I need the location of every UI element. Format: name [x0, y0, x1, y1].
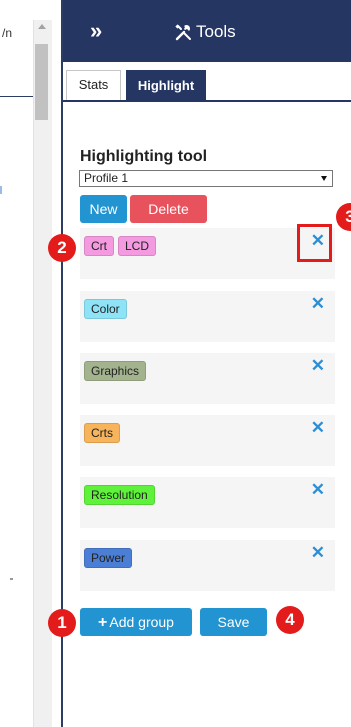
- new-profile-button[interactable]: New: [80, 195, 127, 223]
- callout-badge-4: 4: [276, 606, 304, 634]
- highlight-group: Power ✕: [80, 540, 335, 591]
- callout-badge-1: 1: [48, 609, 76, 637]
- tab-stats[interactable]: Stats: [66, 70, 121, 100]
- tools-title: Tools: [196, 22, 236, 41]
- delete-profile-button[interactable]: Delete: [130, 195, 207, 223]
- tab-underline: [63, 100, 351, 102]
- tools-icon: [175, 24, 191, 41]
- highlight-group: Graphics ✕: [80, 353, 335, 404]
- save-button[interactable]: Save: [200, 608, 267, 636]
- add-group-label: Add group: [109, 614, 174, 630]
- callout-badge-3: 3: [336, 203, 351, 231]
- group-tag[interactable]: Color: [84, 299, 127, 319]
- left-panel-marker-dot: [10, 578, 13, 580]
- remove-group-icon[interactable]: ✕: [311, 543, 325, 563]
- callout-highlight-box: [297, 224, 332, 262]
- highlight-group: Resolution ✕: [80, 477, 335, 528]
- dropdown-arrow-icon: [321, 176, 327, 181]
- remove-group-icon[interactable]: ✕: [311, 418, 325, 438]
- profile-select[interactable]: Profile 1: [79, 170, 333, 187]
- highlight-group: Color ✕: [80, 291, 335, 342]
- callout-badge-2: 2: [48, 234, 76, 262]
- highlighting-tool-title: Highlighting tool: [80, 148, 208, 165]
- left-panel-marker: [0, 186, 2, 194]
- left-panel-divider: [0, 96, 33, 97]
- group-tag[interactable]: Crts: [84, 423, 120, 443]
- profile-select-value: Profile 1: [84, 171, 129, 185]
- plus-icon: +: [98, 614, 108, 631]
- collapse-chevron-icon[interactable]: »: [90, 18, 102, 44]
- remove-group-icon[interactable]: ✕: [311, 480, 325, 500]
- group-tag[interactable]: Resolution: [84, 485, 155, 505]
- remove-group-icon[interactable]: ✕: [311, 356, 325, 376]
- add-group-button[interactable]: + Add group: [80, 608, 192, 636]
- tab-highlight[interactable]: Highlight: [126, 70, 206, 100]
- scrollbar-thumb[interactable]: [35, 44, 48, 120]
- scroll-up-arrow-icon[interactable]: [38, 24, 46, 29]
- group-tag[interactable]: LCD: [118, 236, 157, 256]
- left-panel-partial-text: /n: [2, 26, 13, 40]
- remove-group-icon[interactable]: ✕: [311, 294, 325, 314]
- group-tag[interactable]: Power: [84, 548, 133, 568]
- group-tag[interactable]: Crt: [84, 236, 114, 256]
- highlight-group: Crts ✕: [80, 415, 335, 466]
- group-tag[interactable]: Graphics: [84, 361, 147, 381]
